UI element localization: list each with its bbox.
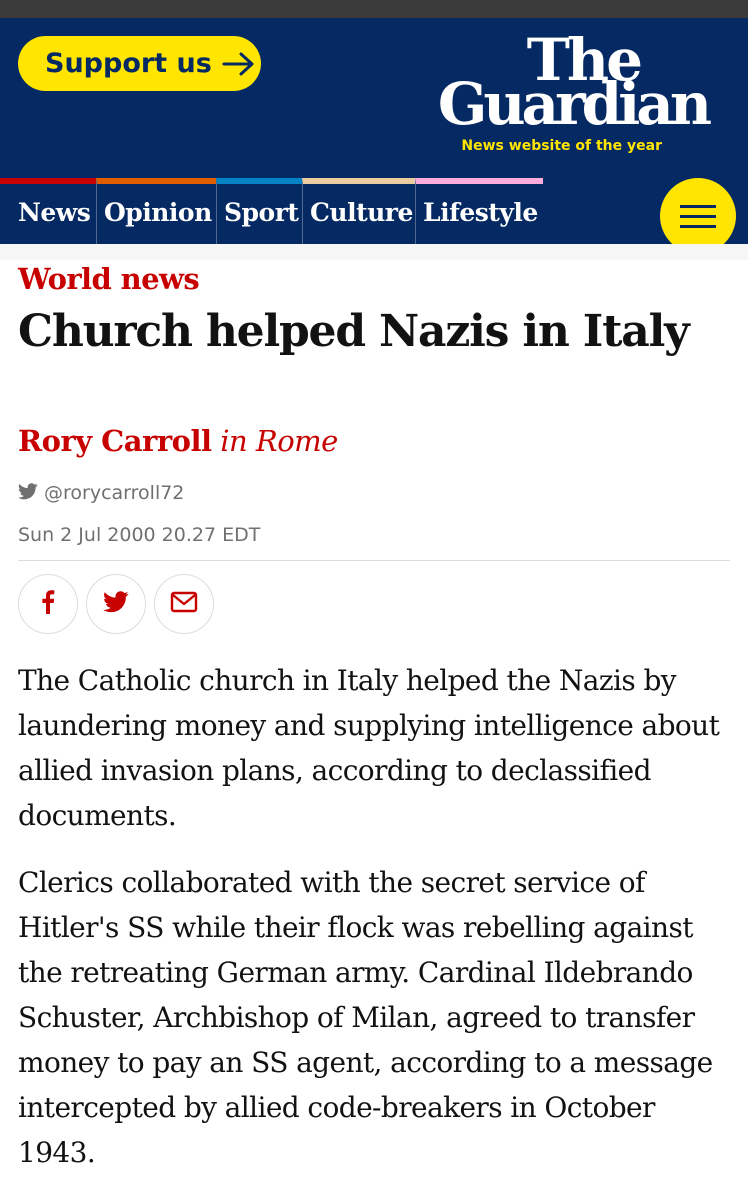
twitter-icon [103, 591, 129, 617]
masthead: Support us The Guardian News website of … [0, 18, 748, 178]
logo-line-guardian: Guardian [437, 70, 712, 138]
share-buttons [18, 574, 214, 634]
hamburger-icon-bar [680, 214, 716, 218]
email-icon [170, 591, 198, 617]
nav-label-opinion: Opinion [104, 198, 212, 227]
guardian-logo[interactable]: The Guardian News website of the year [398, 30, 712, 160]
share-facebook-button[interactable] [18, 574, 78, 634]
primary-nav: News Opinion Sport Culture Lifestyle [0, 178, 748, 254]
menu-button[interactable] [660, 178, 736, 254]
nav-item-sport[interactable]: Sport [216, 178, 302, 244]
section-link[interactable]: World news [18, 262, 200, 296]
article-paragraph: The Catholic church in Italy helped the … [18, 664, 720, 832]
nav-label-culture: Culture [310, 198, 413, 227]
nav-label-lifestyle: Lifestyle [423, 198, 538, 227]
nav-label-news: News [18, 198, 91, 227]
facebook-icon [41, 590, 55, 618]
hamburger-icon-bar [680, 224, 716, 228]
article-paragraph: Clerics collaborated with the secret ser… [18, 866, 713, 1169]
article-headline: Church helped Nazis in Italy [18, 306, 690, 357]
support-us-label: Support us [45, 48, 212, 79]
byline: Rory Carroll in Rome [18, 424, 338, 458]
byline-location: in Rome [220, 424, 338, 458]
twitter-follow-link[interactable]: @rorycarroll72 [18, 482, 184, 504]
header-separator [0, 244, 748, 260]
nav-item-culture[interactable]: Culture [302, 178, 415, 244]
support-us-button[interactable]: Support us [18, 36, 261, 91]
nav-label-sport: Sport [224, 198, 299, 227]
nav-item-lifestyle[interactable]: Lifestyle [415, 178, 543, 244]
twitter-handle: @rorycarroll72 [44, 482, 185, 504]
twitter-bird-icon [18, 482, 38, 504]
arrow-right-icon [222, 52, 256, 76]
share-twitter-button[interactable] [86, 574, 146, 634]
meta-divider [18, 560, 730, 561]
status-bar [0, 0, 748, 18]
share-email-button[interactable] [154, 574, 214, 634]
author-link[interactable]: Rory Carroll [18, 424, 212, 458]
publish-date: Sun 2 Jul 2000 20.27 EDT [18, 524, 261, 546]
hamburger-icon-bar [680, 204, 716, 208]
nav-item-opinion[interactable]: Opinion [96, 178, 216, 244]
nav-item-news[interactable]: News [0, 178, 96, 244]
logo-tagline: News website of the year [461, 138, 662, 154]
